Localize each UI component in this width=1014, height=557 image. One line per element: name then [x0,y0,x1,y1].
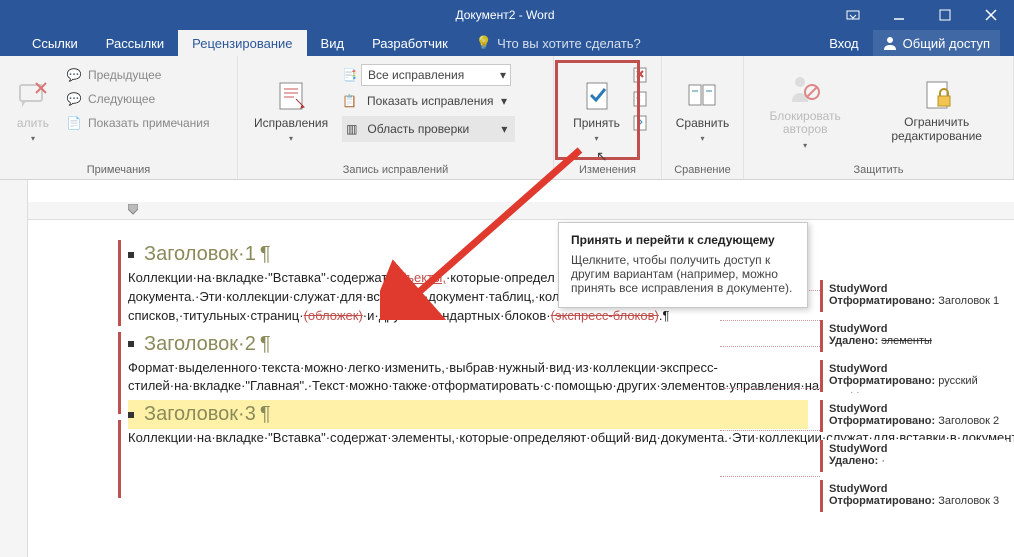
minimize-icon[interactable] [876,0,922,30]
prev-comment-label: Предыдущее [88,68,161,82]
tooltip-title: Принять и перейти к следующему [571,233,795,247]
next-comment-button[interactable]: 💬 Следующее [60,88,216,110]
tab-view[interactable]: Вид [307,30,359,56]
deleted-text: (обложек) [304,308,363,323]
reviewing-pane-label: Область проверки [367,122,469,136]
tell-me[interactable]: 💡 Что вы хотите сделать? [462,30,641,56]
markup-item[interactable]: StudyWordОтформатировано: Заголовок 2 [820,400,1006,432]
deleted-text: (экспресс-блоков) [551,308,659,323]
accept-label: Принять [573,117,620,131]
markup-view-value: Все исправления [368,68,464,82]
vertical-ruler[interactable] [0,180,28,557]
horizontal-ruler[interactable] [28,202,1014,220]
group-compare-label: Сравнение [668,162,737,179]
delete-comment-button[interactable]: алить▾ [6,60,60,162]
markup-item[interactable]: StudyWordУдалено: · [820,440,1006,472]
accept-icon [580,79,614,113]
markup-pane: StudyWordОтформатировано: Заголовок 1 St… [820,280,1006,520]
change-bar [118,332,121,414]
accept-tooltip: Принять и перейти к следующему Щелкните,… [558,222,808,308]
ribbon-options-icon[interactable] [830,0,876,30]
restrict-editing-label: Ограничить редактирование [876,116,997,144]
bullet-icon [128,252,134,258]
reject-icon[interactable] [632,66,650,84]
window-title: Документ2 - Word [180,8,830,22]
maximize-icon[interactable] [922,0,968,30]
delete-comment-icon [16,79,50,113]
ribbon: алить▾ 💬 Предыдущее 💬 Следующее 📄 Показать … [0,56,1014,180]
restrict-editing-icon [920,78,954,112]
show-markup-icon: 📋 [342,94,357,108]
markup-connectors [700,280,820,540]
signin-link[interactable]: Вход [829,36,858,51]
markup-item[interactable]: StudyWordОтформатировано: Заголовок 3 [820,480,1006,512]
next-change-icon[interactable] [632,114,650,132]
prev-comment-icon: 💬 [66,67,82,83]
compare-button[interactable]: Сравнить▾ [666,60,739,162]
compare-label: Сравнить [676,117,729,131]
markup-view-icon: 📑 [342,68,357,82]
share-label: Общий доступ [903,36,990,51]
next-comment-label: Следующее [88,92,155,106]
accept-button[interactable]: Принять▾ [563,60,630,162]
person-icon [883,36,897,50]
markup-item[interactable]: StudyWordОтформатировано: Заголовок 1 [820,280,1006,312]
block-authors-icon [788,72,822,106]
track-changes-button[interactable]: Исправления▾ [244,60,338,162]
block-authors-button[interactable]: Блокировать авторов▾ [750,60,860,162]
markup-view-dropdown[interactable]: Все исправления▾ [361,64,511,86]
show-markup-label: Показать исправления [367,94,494,108]
group-changes-label: Изменения [560,162,655,179]
prev-change-icon[interactable] [632,90,650,108]
lightbulb-icon: 💡 [476,35,492,51]
close-icon[interactable] [968,0,1014,30]
tab-references[interactable]: Ссылки [18,30,92,56]
group-tracking-label: Запись исправлений [244,162,547,179]
bullet-icon [128,341,134,347]
inserted-text: объекты, [392,270,446,285]
tab-developer[interactable]: Разработчик [358,30,462,56]
tell-me-label: Что вы хотите сделать? [497,36,641,51]
delete-comment-label: алить [17,117,49,131]
show-comments-button[interactable]: 📄 Показать примечания [60,112,216,134]
block-authors-label: Блокировать авторов [760,110,850,138]
change-bar [118,240,121,326]
prev-comment-button[interactable]: 💬 Предыдущее [60,64,216,86]
track-changes-label: Исправления [254,117,328,131]
markup-author: StudyWord [829,363,1000,375]
tab-mailings[interactable]: Рассылки [92,30,178,56]
show-comments-label: Показать примечания [88,116,210,130]
markup-item[interactable]: StudyWordУдалено: элементы [820,320,1006,352]
markup-author: StudyWord [829,483,1000,495]
markup-author: StudyWord [829,283,1000,295]
ribbon-tabs: Ссылки Рассылки Рецензирование Вид Разра… [0,30,1014,56]
markup-item[interactable]: StudyWordОтформатировано: русский [820,360,1006,392]
next-comment-icon: 💬 [66,91,82,107]
bullet-icon [128,412,134,418]
change-bar [118,420,121,498]
compare-icon [686,79,720,113]
show-comments-icon: 📄 [66,115,82,131]
share-button[interactable]: Общий доступ [873,30,1000,56]
group-protect-label: Защитить [750,162,1007,179]
document-area: Заголовок·1¶ Коллекции·на·вкладке·"Встав… [0,180,1014,557]
tab-review[interactable]: Рецензирование [178,30,306,56]
restrict-editing-button[interactable]: Ограничить редактирование [866,60,1007,162]
titlebar: Документ2 - Word [0,0,1014,30]
markup-author: StudyWord [829,403,1000,415]
track-changes-icon [274,79,308,113]
tooltip-body: Щелкните, чтобы получить доступ к другим… [571,253,795,295]
show-markup-dropdown[interactable]: Показать исправления▾ [361,90,511,112]
group-comments-label: Примечания [6,162,231,179]
markup-author: StudyWord [829,443,1000,455]
indent-marker-icon[interactable] [128,204,138,218]
markup-author: StudyWord [829,323,1000,335]
reviewing-pane-icon: ▥ [346,122,357,136]
reviewing-pane-dropdown[interactable]: Область проверки▾ [361,118,511,140]
